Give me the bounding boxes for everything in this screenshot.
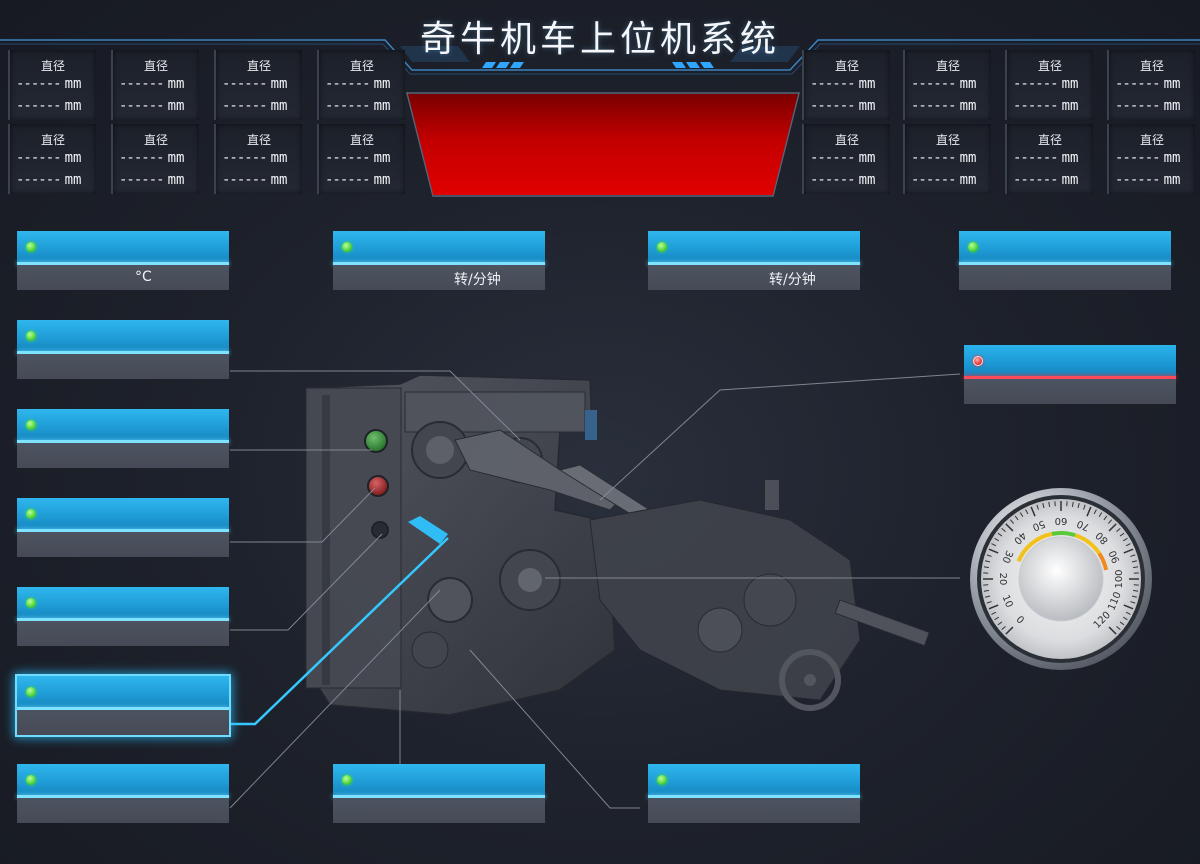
status-led-green [657,775,667,785]
status-led-green [26,687,36,697]
gauge-tick-label: 100 [1114,569,1125,588]
status-led-green [26,598,36,608]
status-led-green [342,775,352,785]
status-led-green [26,509,36,519]
panel-bottom-3[interactable] [648,764,860,823]
status-led-green [26,775,36,785]
panel-left-2[interactable] [17,320,229,379]
status-led-green [26,331,36,341]
panel-unit: 转/分钟 [769,272,816,288]
panel-bottom-1[interactable] [17,764,229,823]
gauge-range-arc [1051,531,1076,538]
panel-unit: °C [135,269,152,285]
panel-bottom-2[interactable] [333,764,545,823]
status-led-red [973,356,983,366]
panel-left-5[interactable] [17,587,229,646]
panel-speed-2[interactable]: 转/分钟 [648,231,860,290]
status-led-green [26,420,36,430]
panel-top-right[interactable] [959,231,1171,290]
gauge-tick-label: 60 [1055,515,1068,526]
status-led-green [968,242,978,252]
status-led-green [26,242,36,252]
panel-left-4[interactable] [17,498,229,557]
panel-speed-1[interactable]: 转/分钟 [333,231,545,290]
status-led-green [657,242,667,252]
status-led-green [342,242,352,252]
panel-unit: 转/分钟 [454,272,501,288]
panel-left-3[interactable] [17,409,229,468]
gauge-tick-label: 20 [997,573,1008,586]
panel-left-6[interactable] [15,674,231,737]
panel-temperature[interactable]: °C [17,231,229,290]
panel-alarm[interactable] [964,345,1176,404]
speed-gauge: 01020304050 60 708090100110120 [970,488,1152,670]
